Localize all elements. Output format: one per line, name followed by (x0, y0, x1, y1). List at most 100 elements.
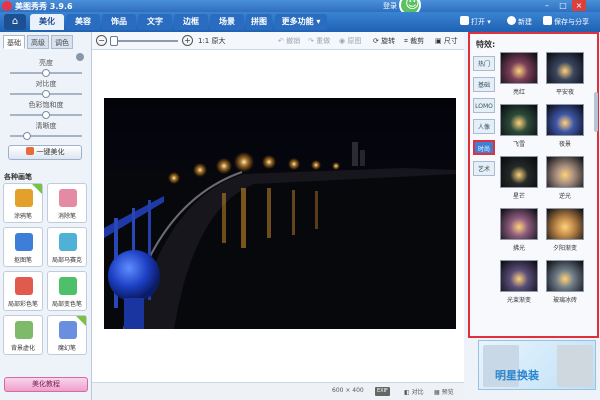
new-label: 新建 (518, 18, 532, 26)
redo-button[interactable]: ↷ 重做 (308, 36, 330, 46)
effect-label: 拂光 (512, 245, 525, 252)
effect-category-tab[interactable]: LOMO (473, 98, 495, 113)
tab-accessories[interactable]: 饰品 (102, 14, 136, 30)
more-features-menu[interactable]: 更多功能 ▾ (275, 14, 327, 30)
home-icon[interactable]: ⌂ (4, 14, 26, 30)
effect-category-tab[interactable]: 艺术 (473, 161, 495, 176)
brightness-knob[interactable] (42, 69, 50, 77)
app-logo-icon (2, 1, 12, 11)
effects-title-text: 特效 (476, 40, 492, 49)
brush-label: 魔幻笔 (57, 345, 76, 352)
ad-banner[interactable]: 明星换装 (478, 340, 596, 390)
brush-7[interactable]: 魔幻笔 (47, 315, 87, 355)
brush-4[interactable]: 局部彩色笔 (3, 271, 43, 311)
brightness-track[interactable] (10, 69, 82, 77)
rotate-label: 旋转 (381, 37, 396, 45)
contrast-knob[interactable] (42, 90, 50, 98)
image-dimensions: 600 × 400 (332, 387, 364, 394)
zoom-slider[interactable] (112, 40, 178, 42)
color-pen-icon (15, 277, 33, 295)
close-icon[interactable]: × (572, 0, 586, 11)
effect-category-tab[interactable]: 时尚 (473, 140, 495, 155)
effect-label: 玻璃冰砖 (552, 297, 577, 304)
tab-basic[interactable]: 基础 (3, 35, 25, 49)
tab-face[interactable]: 美容 (66, 14, 100, 30)
effect-thumbnail[interactable] (546, 208, 584, 240)
brush-3[interactable]: 局部马赛克 (47, 227, 87, 267)
new-badge (32, 184, 42, 194)
effects-scrollbar[interactable] (594, 92, 598, 132)
maximize-icon[interactable]: □ (556, 0, 570, 11)
effect-thumbnail[interactable] (500, 156, 538, 188)
tab-collage[interactable]: 拼图 (246, 14, 272, 30)
contrast-track[interactable] (10, 90, 82, 98)
rotate-button[interactable]: ⟳ 旋转 (373, 36, 395, 46)
effect-thumbnail[interactable] (500, 104, 538, 136)
effect-label: 夜景 (558, 141, 571, 148)
zoom-knob[interactable] (110, 36, 118, 46)
tab-scene[interactable]: 场景 (210, 14, 244, 30)
effect-thumbnail[interactable] (500, 208, 538, 240)
restore-original-button[interactable]: ◉ 原图 (339, 36, 361, 46)
effect-category-tab[interactable]: 热门 (473, 56, 495, 71)
zoom-in-icon[interactable]: + (182, 35, 193, 46)
sharpness-track[interactable] (10, 132, 82, 140)
plus-icon (507, 16, 516, 25)
effect-category-tab[interactable]: 人像 (473, 119, 495, 134)
minimize-icon[interactable]: – (540, 0, 554, 11)
effect-label: 逆光 (558, 193, 571, 200)
app-title: 美图秀秀 3.9.6 (15, 2, 73, 11)
canvas-toolbar: − + 1:1 原大 ↶ 撤销 ↷ 重做 ◉ 原图 ⟳ 旋转 ⌗ 裁剪 ▣ 尺寸 (92, 32, 464, 50)
title-bar: 美图秀秀 3.9.6 登录 – □ × (0, 0, 600, 16)
save-share-button[interactable]: 保存与分享 (543, 16, 589, 28)
effect-label: 亮红 (512, 89, 525, 96)
effect-thumbnail[interactable] (546, 104, 584, 136)
beautify-tutorial-button[interactable]: 美化教程 (4, 377, 88, 392)
brush-5[interactable]: 局部变色笔 (47, 271, 87, 311)
compare-button[interactable]: ◧ 对比 (404, 387, 424, 396)
crop-button[interactable]: ⌗ 裁剪 (404, 36, 424, 46)
new-button[interactable]: 新建 (507, 16, 532, 28)
saturation-knob[interactable] (42, 111, 50, 119)
redo-label: 重做 (316, 37, 331, 45)
effect-thumbnail[interactable] (546, 260, 584, 292)
brush-section-title: 各种画笔 (4, 173, 32, 181)
tab-color[interactable]: 调色 (51, 35, 73, 49)
brush-2[interactable]: 抠图笔 (3, 227, 43, 267)
tutorial-label: 美化教程 (32, 380, 60, 388)
tab-beautify[interactable]: 美化 (30, 14, 64, 30)
preview-button[interactable]: ▦ 预览 (434, 387, 454, 396)
original-size-button[interactable]: 1:1 原大 (198, 36, 226, 46)
effect-thumbnail[interactable] (546, 156, 584, 188)
ad-image-right (557, 345, 593, 387)
login-link[interactable]: 登录 (383, 1, 397, 11)
undo-button[interactable]: ↶ 撤销 (278, 36, 300, 46)
zoom-out-icon[interactable]: − (96, 35, 107, 46)
saturation-track[interactable] (10, 111, 82, 119)
effect-label: 夕阳渐变 (552, 245, 577, 252)
brush-label: 涂鸦笔 (13, 213, 32, 220)
edited-photo[interactable] (104, 98, 456, 329)
ad-text: 明星换装 (495, 369, 539, 382)
brush-1[interactable]: 消除笔 (47, 183, 87, 223)
brush-label: 消除笔 (57, 213, 76, 220)
effect-category-tab[interactable]: 基础 (473, 77, 495, 92)
sharpness-label: 清晰度 (35, 122, 57, 130)
brush-label: 抠图笔 (13, 257, 32, 264)
resize-button[interactable]: ▣ 尺寸 (435, 36, 458, 46)
effect-thumbnail[interactable] (546, 52, 584, 84)
sharpness-knob[interactable] (22, 132, 31, 140)
eraser-icon (59, 189, 77, 207)
status-bar: 600 × 400 EXIF ◧ 对比 ▦ 预览 (92, 382, 464, 400)
tab-text[interactable]: 文字 (138, 14, 172, 30)
open-button[interactable]: 打开 ▾ (460, 16, 491, 28)
tab-frame[interactable]: 边框 (174, 14, 208, 30)
tab-advanced[interactable]: 高级 (27, 35, 49, 49)
canvas-area[interactable] (92, 50, 464, 382)
one-key-beautify-button[interactable]: 一键美化 (8, 145, 82, 160)
exif-button[interactable]: EXIF (375, 387, 390, 396)
brush-6[interactable]: 背景虚化 (3, 315, 43, 355)
effect-thumbnail[interactable] (500, 52, 538, 84)
brush-0[interactable]: 涂鸦笔 (3, 183, 43, 223)
effect-thumbnail[interactable] (500, 260, 538, 292)
